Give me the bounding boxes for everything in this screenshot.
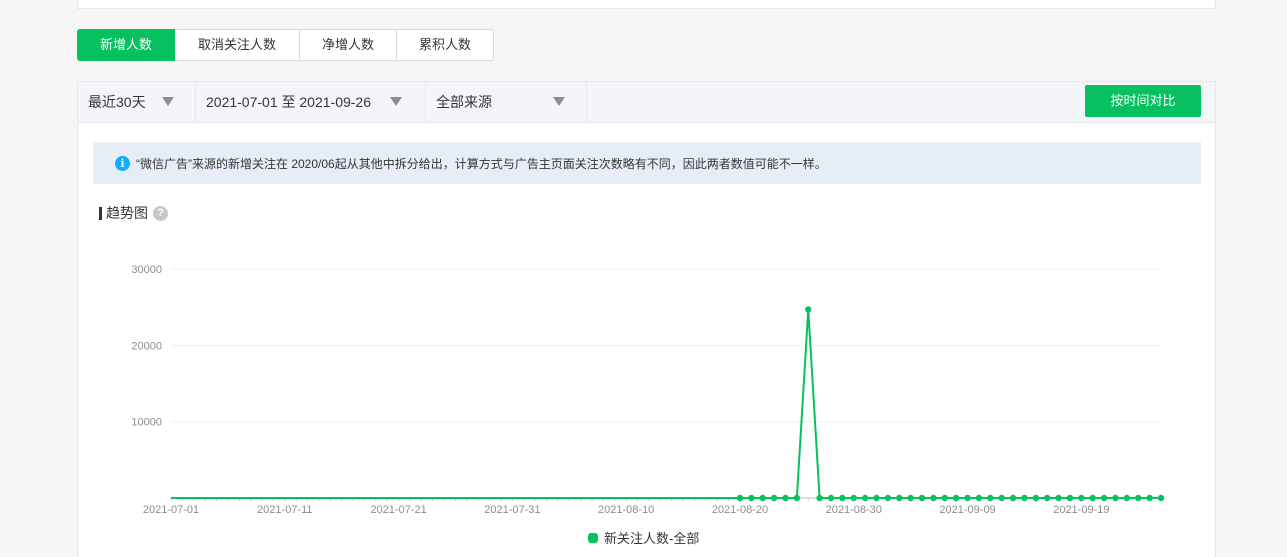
data-point bbox=[793, 494, 801, 502]
x-tick-label: 2021-07-31 bbox=[484, 504, 540, 516]
data-point bbox=[884, 494, 892, 502]
data-point bbox=[770, 494, 778, 502]
data-point bbox=[907, 494, 914, 502]
tab-cumulative[interactable]: 累积人数 bbox=[397, 29, 494, 61]
top-panel bbox=[77, 0, 1216, 9]
data-point bbox=[1146, 494, 1153, 502]
x-tick-label: 2021-08-10 bbox=[598, 504, 654, 516]
data-point bbox=[873, 494, 880, 502]
data-point bbox=[1066, 494, 1074, 502]
data-point bbox=[1089, 494, 1096, 502]
data-point bbox=[975, 494, 983, 502]
x-tick-label: 2021-09-09 bbox=[939, 504, 995, 516]
y-tick-label: 20000 bbox=[131, 340, 162, 352]
data-point bbox=[816, 494, 823, 502]
x-tick-label: 2021-09-19 bbox=[1053, 504, 1109, 516]
data-point bbox=[850, 494, 857, 502]
data-point bbox=[748, 494, 755, 502]
data-point bbox=[1135, 494, 1142, 502]
tab-unfollowers[interactable]: 取消关注人数 bbox=[175, 29, 300, 61]
x-tick-label: 2021-07-11 bbox=[257, 504, 312, 516]
data-point bbox=[1044, 494, 1051, 502]
y-tick-label: 30000 bbox=[131, 264, 162, 276]
data-point bbox=[1123, 494, 1131, 502]
x-tick-label: 2021-07-01 bbox=[143, 504, 199, 516]
data-point bbox=[987, 494, 994, 502]
data-point bbox=[930, 494, 937, 502]
data-point bbox=[964, 494, 971, 502]
legend-label: 新关注人数-全部 bbox=[604, 531, 700, 546]
data-point bbox=[896, 494, 903, 502]
data-point bbox=[861, 494, 869, 502]
data-point bbox=[941, 494, 948, 502]
data-point bbox=[782, 494, 789, 502]
data-point bbox=[1078, 494, 1085, 502]
x-tick-label: 2021-07-21 bbox=[370, 504, 426, 516]
x-tick-label: 2021-08-20 bbox=[712, 504, 768, 516]
data-point bbox=[1055, 494, 1062, 502]
data-point bbox=[1009, 494, 1017, 502]
data-point bbox=[759, 494, 766, 502]
main-panel: 最近30天 2021-07-01 至 2021-09-26 全部来源 按时间对比… bbox=[77, 81, 1216, 557]
data-point bbox=[1112, 494, 1119, 502]
data-point bbox=[1032, 494, 1040, 502]
legend-swatch bbox=[588, 532, 598, 543]
data-point bbox=[1100, 494, 1108, 502]
data-point bbox=[736, 494, 744, 502]
data-point bbox=[839, 494, 846, 502]
tab-net-growth[interactable]: 净增人数 bbox=[300, 29, 397, 61]
data-point bbox=[952, 494, 960, 502]
metric-tabs: 新增人数 取消关注人数 净增人数 累积人数 bbox=[77, 29, 494, 61]
data-point bbox=[1021, 494, 1028, 502]
chart-legend[interactable]: 新关注人数-全部 bbox=[588, 528, 699, 547]
data-point bbox=[1157, 494, 1165, 502]
data-point bbox=[918, 494, 926, 502]
x-tick-label: 2021-08-30 bbox=[826, 504, 882, 516]
data-point bbox=[805, 306, 812, 313]
y-tick-label: 10000 bbox=[131, 417, 162, 429]
data-point bbox=[998, 494, 1005, 502]
data-point bbox=[827, 494, 835, 502]
trend-chart: 10000 20000 30000 2021-07-01 2021-07-11 2021-… bbox=[131, 264, 1165, 516]
series-line bbox=[171, 309, 1161, 499]
tab-new-followers[interactable]: 新增人数 bbox=[77, 29, 175, 61]
